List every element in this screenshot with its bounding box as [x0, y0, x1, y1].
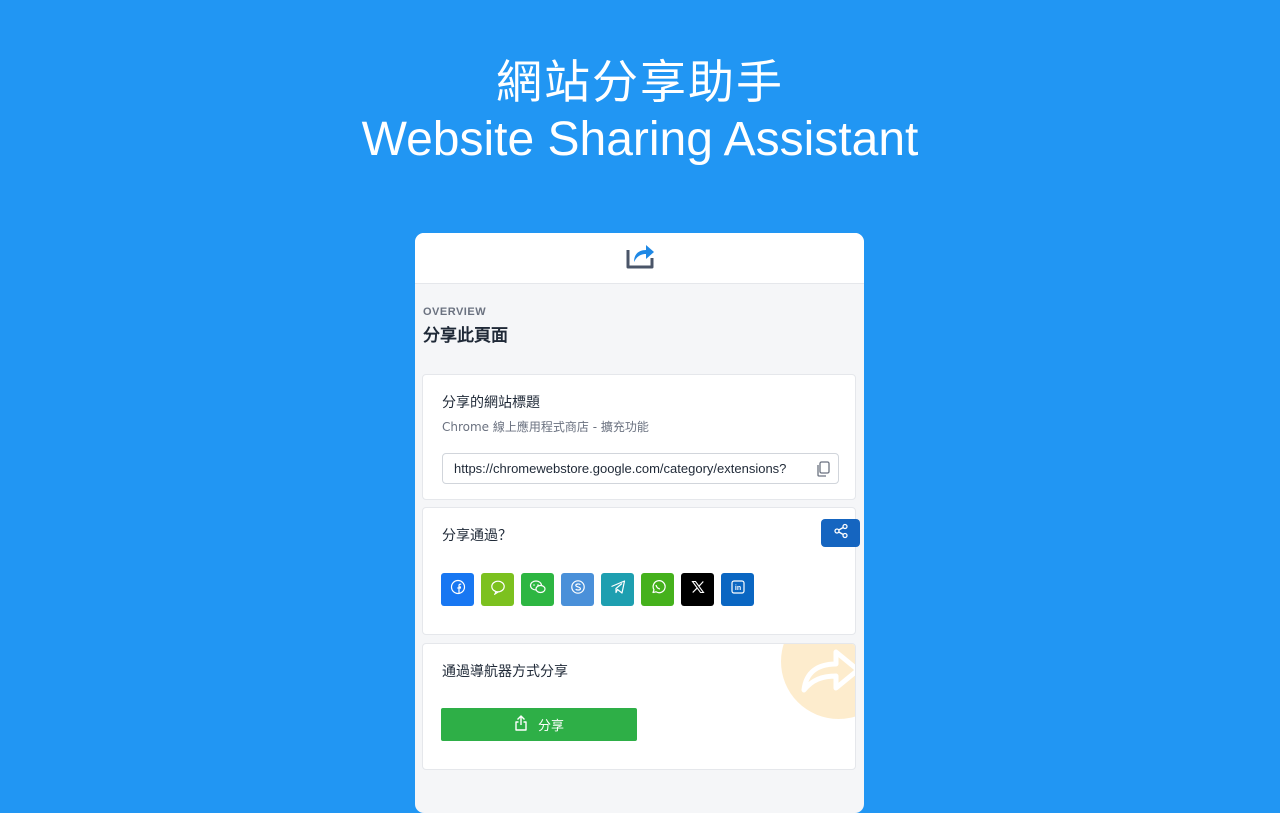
x-button[interactable] [681, 573, 714, 606]
browser-share-title: 通過導航器方式分享 [442, 664, 568, 680]
overview-label: OVERVIEW [423, 306, 487, 318]
linkedin-icon: in [730, 579, 746, 600]
share-via-card: 分享通過？ in [422, 507, 856, 635]
skype-button[interactable] [561, 573, 594, 606]
telegram-icon [610, 579, 626, 600]
upload-share-icon [514, 714, 528, 735]
x-icon [690, 579, 706, 600]
line-button[interactable] [481, 573, 514, 606]
extension-popup: OVERVIEW 分享此頁面 分享的網站標題 Chrome 線上應用程式商店 -… [415, 233, 864, 813]
share-arrow-icon [624, 240, 656, 277]
browser-share-card: 通過導航器方式分享 分享 [422, 643, 856, 770]
whatsapp-button[interactable] [641, 573, 674, 606]
native-share-button[interactable]: 分享 [441, 708, 637, 741]
share-nodes-icon [833, 523, 849, 544]
url-field[interactable]: https://chromewebstore.google.com/catego… [442, 453, 839, 484]
site-info-card: 分享的網站標題 Chrome 線上應用程式商店 - 擴充功能 https://c… [422, 374, 856, 500]
share-fab-button[interactable] [821, 519, 860, 547]
line-icon [490, 579, 506, 600]
copy-icon[interactable] [816, 460, 830, 477]
facebook-icon [450, 579, 466, 600]
hero-title-en: Website Sharing Assistant [361, 113, 919, 166]
whatsapp-icon [650, 579, 666, 600]
site-title-text: Chrome 線上應用程式商店 - 擴充功能 [442, 420, 649, 434]
social-buttons: in [441, 573, 754, 606]
linkedin-button[interactable]: in [721, 573, 754, 606]
skype-icon [570, 579, 586, 600]
wechat-icon [529, 579, 547, 600]
hero-title-zh: 網站分享助手 [496, 55, 784, 109]
native-share-label: 分享 [537, 719, 564, 734]
decorative-share-arrow-icon [798, 644, 855, 705]
svg-text:in: in [734, 585, 740, 592]
wechat-button[interactable] [521, 573, 554, 606]
page-title: 分享此頁面 [423, 326, 508, 346]
facebook-button[interactable] [441, 573, 474, 606]
popup-header [415, 233, 864, 284]
url-text: https://chromewebstore.google.com/catego… [454, 461, 787, 476]
site-card-title: 分享的網站標題 [442, 395, 540, 411]
telegram-button[interactable] [601, 573, 634, 606]
share-via-title: 分享通過？ [442, 528, 512, 544]
